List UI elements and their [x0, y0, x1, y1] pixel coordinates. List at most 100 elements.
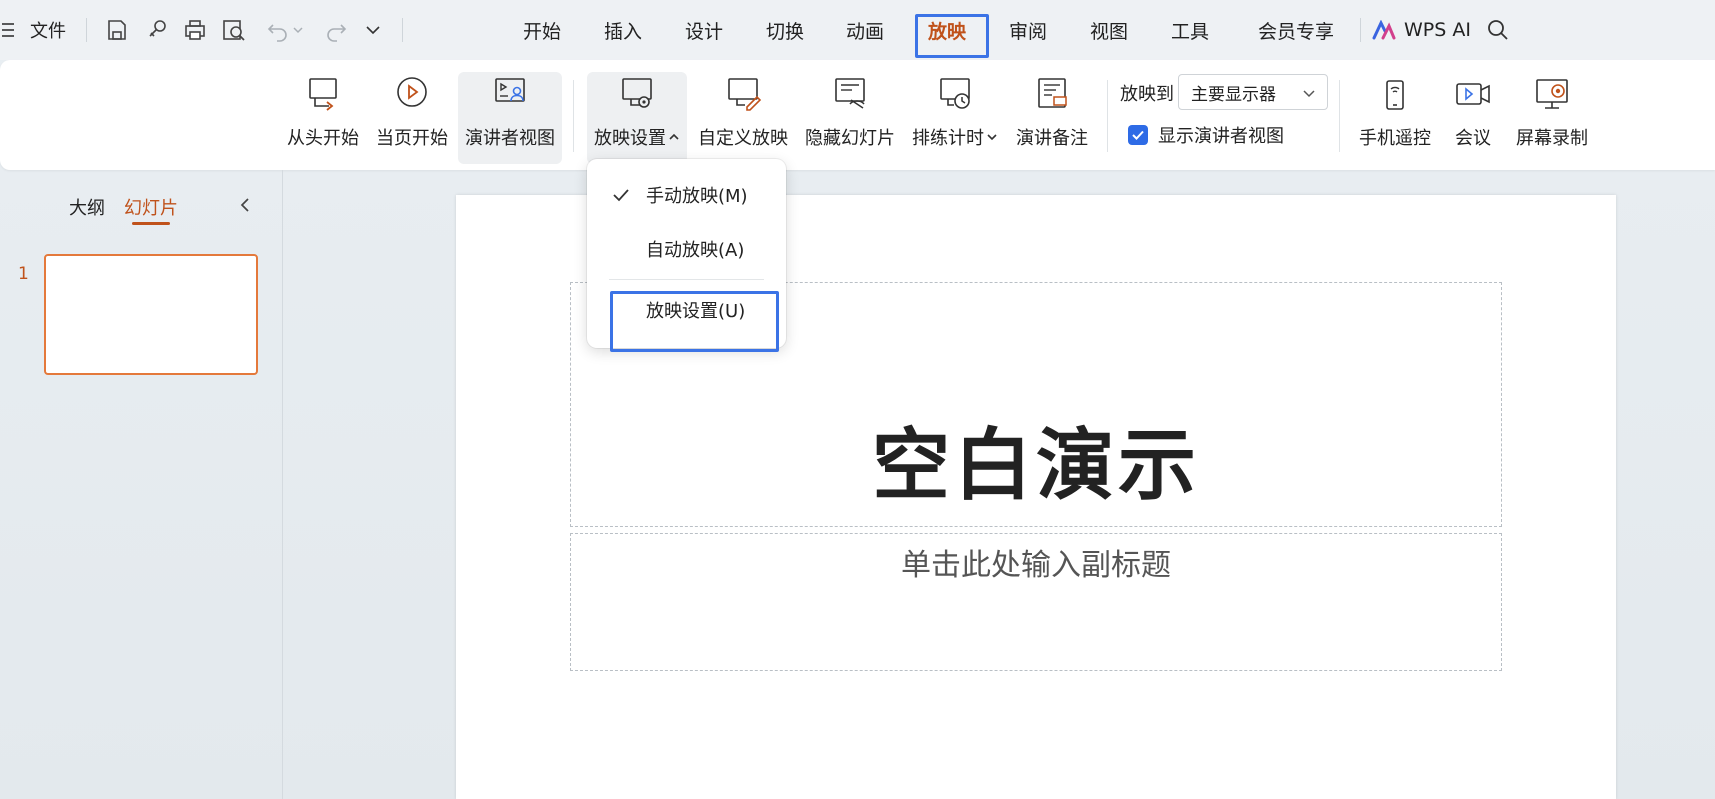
print-icon[interactable] [181, 16, 209, 44]
tab-transition[interactable]: 切换 [761, 14, 809, 46]
project-to-value: 主要显示器 [1191, 84, 1276, 105]
wps-ai-logo-icon [1372, 20, 1396, 40]
slide-thumbnail[interactable] [44, 254, 258, 375]
show-settings-label: 放映设置 [594, 128, 666, 149]
save-icon[interactable] [103, 16, 131, 44]
rehearse-timing-label-group: 排练计时 [912, 124, 998, 150]
tab-review[interactable]: 审阅 [1004, 14, 1052, 46]
project-to-label: 放映到 [1120, 84, 1174, 105]
meeting-button[interactable]: 会议 [1448, 72, 1498, 164]
menu-item-auto-show[interactable]: 自动放映(A) [587, 227, 786, 271]
custom-show-button[interactable]: 自定义放映 [697, 72, 789, 164]
presenter-view-icon [495, 78, 525, 102]
wps-ai-label: WPS AI [1404, 19, 1471, 41]
phone-remote-button[interactable]: 手机遥控 [1354, 72, 1436, 164]
menu-divider [609, 279, 764, 280]
video-meeting-icon [1456, 83, 1490, 105]
from-current-label: 当页开始 [376, 128, 448, 149]
phone-remote-label: 手机遥控 [1359, 128, 1431, 149]
undo-dropdown-icon[interactable] [292, 24, 304, 36]
play-from-start-icon [309, 78, 337, 111]
from-start-label: 从头开始 [287, 128, 359, 149]
meeting-label: 会议 [1455, 128, 1491, 149]
tab-label: 会员专享 [1257, 20, 1334, 43]
tab-label: 工具 [1170, 20, 1209, 43]
slide-number: 1 [18, 264, 29, 284]
tab-design[interactable]: 设计 [680, 14, 728, 46]
rehearse-timer-icon [940, 78, 970, 109]
speaker-notes-button[interactable]: 演讲备注 [1013, 72, 1091, 164]
chevron-down-icon [1303, 90, 1315, 98]
tab-tools[interactable]: 工具 [1166, 14, 1214, 46]
menu-item-label: 自动放映(A) [646, 240, 745, 261]
menu-item-manual-show[interactable]: 手动放映(M) [587, 173, 786, 217]
show-presenter-view-label: 显示演讲者视图 [1158, 126, 1284, 147]
print-preview-icon[interactable] [220, 16, 248, 44]
custom-show-label: 自定义放映 [698, 128, 788, 149]
screen-record-label: 屏幕录制 [1516, 128, 1588, 149]
tab-view[interactable]: 视图 [1085, 14, 1133, 46]
tab-home[interactable]: 开始 [518, 14, 566, 46]
hide-slide-button[interactable]: 隐藏幻灯片 [803, 72, 897, 164]
from-start-button[interactable]: 从头开始 [282, 72, 364, 164]
file-menu-button[interactable]: 文件 [0, 14, 66, 46]
menu-bar: 文件 开始 插入 设计 切换 动画 放映 审阅 视图 工具 会员专享 WPS A… [0, 0, 1715, 60]
wps-ai-button[interactable]: WPS AI [1372, 14, 1471, 46]
tab-outline[interactable]: 大纲 [69, 194, 105, 220]
tab-label: 插入 [603, 20, 642, 43]
menu-item-highlight [610, 291, 779, 352]
rehearse-timing-button[interactable]: 排练计时 [910, 72, 1000, 164]
tab-label: 切换 [765, 20, 804, 43]
phone-remote-icon [1386, 80, 1404, 110]
chevron-up-icon [669, 133, 679, 140]
chevron-down-icon [987, 134, 997, 141]
hide-slide-icon [835, 78, 865, 109]
tab-label: 审阅 [1008, 20, 1047, 43]
undo-icon[interactable] [264, 16, 292, 44]
slide-navigation-panel: 大纲 幻灯片 1 [0, 170, 283, 799]
rehearse-timing-label: 排练计时 [912, 128, 984, 149]
screen-record-button[interactable]: 屏幕录制 [1512, 72, 1592, 164]
divider [402, 18, 403, 42]
checkbox-checked-icon [1128, 125, 1148, 145]
file-menu-label: 文件 [30, 21, 66, 42]
link-icon[interactable] [143, 16, 171, 44]
screen-record-icon [1536, 79, 1568, 109]
divider [1360, 18, 1361, 42]
project-to-select[interactable]: 主要显示器 [1178, 74, 1328, 110]
presenter-view-button[interactable]: 演讲者视图 [458, 72, 562, 164]
play-circle-icon [397, 77, 427, 107]
divider [86, 18, 87, 42]
from-current-button[interactable]: 当页开始 [372, 72, 452, 164]
redo-icon[interactable] [322, 16, 350, 44]
active-tab-underline [132, 222, 170, 225]
divider [1339, 80, 1340, 152]
tab-label: 开始 [522, 20, 561, 43]
search-icon[interactable] [1484, 16, 1512, 44]
hamburger-icon [2, 23, 14, 37]
tab-animation[interactable]: 动画 [841, 14, 889, 46]
slide-subtitle: 单击此处输入副标题 [901, 548, 1171, 583]
speaker-notes-icon [1038, 78, 1067, 108]
slideshow-settings-icon [622, 78, 652, 108]
tab-slides[interactable]: 幻灯片 [124, 194, 178, 220]
divider [1107, 80, 1108, 152]
hide-slide-label: 隐藏幻灯片 [805, 128, 895, 149]
tab-insert[interactable]: 插入 [599, 14, 647, 46]
tab-label: 设计 [684, 20, 723, 43]
show-presenter-view-checkbox[interactable]: 显示演讲者视图 [1128, 122, 1284, 148]
slide-title: 空白演示 [871, 420, 1200, 511]
show-settings-button[interactable]: 放映设置 [587, 72, 687, 164]
speaker-notes-label: 演讲备注 [1016, 128, 1088, 149]
tab-label: 动画 [845, 20, 884, 43]
presenter-view-label: 演讲者视图 [465, 128, 555, 149]
menu-item-label: 手动放映(M) [646, 186, 748, 207]
checkmark-icon [613, 189, 629, 202]
tab-label: 视图 [1089, 20, 1128, 43]
show-settings-label-group: 放映设置 [594, 124, 680, 150]
more-icon[interactable] [365, 22, 381, 38]
tab-member[interactable]: 会员专享 [1248, 14, 1344, 46]
active-tab-highlight [915, 14, 989, 58]
collapse-panel-icon[interactable] [236, 196, 254, 214]
subtitle-placeholder[interactable]: 单击此处输入副标题 [570, 533, 1502, 671]
